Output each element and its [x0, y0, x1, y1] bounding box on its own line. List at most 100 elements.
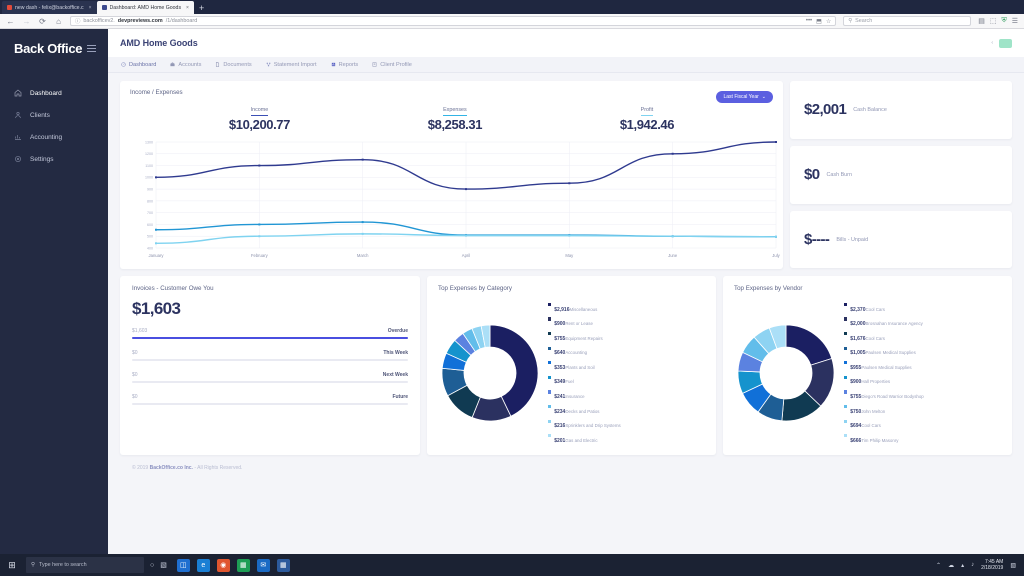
tab-documents[interactable]: Documents [215, 62, 251, 68]
network-icon[interactable]: ▴ [961, 562, 964, 569]
svg-text:600: 600 [147, 222, 153, 226]
avatar[interactable] [999, 39, 1012, 48]
svg-text:April: April [462, 253, 470, 258]
library-icon[interactable]: ▤ [978, 17, 985, 25]
kpi-profit: Profit $1,942.46 [620, 102, 674, 132]
svg-text:May: May [565, 253, 574, 258]
main-content: AMD Home Goods ‹ Dashboard Accounts Do [108, 29, 1024, 565]
tab-close-icon[interactable]: × [186, 5, 189, 11]
site-info-icon[interactable]: ⓘ [75, 17, 80, 25]
legend-amount: $666 [850, 438, 861, 444]
legend-amount: $2,370 [850, 307, 865, 313]
tab-statement-import[interactable]: Statement Import [266, 62, 317, 68]
tray-expand-icon[interactable]: ⌃ [936, 562, 941, 569]
screenshot-icon[interactable]: ⬚ [990, 17, 997, 25]
tab-dashboard[interactable]: Dashboard [121, 62, 156, 68]
back-icon[interactable]: ← [6, 17, 15, 26]
sidebar-item-settings[interactable]: Settings [0, 148, 108, 170]
period-label: Last Fiscal Year [723, 94, 758, 100]
svg-text:900: 900 [147, 187, 153, 191]
kpi-income: Income $10,200.77 [229, 102, 290, 132]
cortana-icon[interactable]: ○ [150, 562, 154, 569]
shield-icon[interactable]: ⛨ [1001, 17, 1006, 25]
tab-accounts[interactable]: Accounts [170, 62, 201, 68]
legend-label: Insurance [565, 394, 584, 399]
invoice-bar-label: Next Week [383, 372, 408, 378]
invoices-total: $1,603 [132, 299, 408, 319]
legend-amount: $241 [554, 394, 565, 400]
invoice-bar-amount: $0 [132, 372, 138, 378]
chevron-left-icon[interactable]: ‹ [991, 40, 993, 46]
file-explorer-icon[interactable]: ◫ [177, 559, 190, 572]
new-tab-button[interactable]: + [194, 3, 209, 14]
tab-reports[interactable]: Reports [331, 62, 359, 68]
dashboard-row-bottom: Invoices - Customer Owe You $1,603 $1,60… [120, 276, 1012, 455]
donut-slice[interactable] [786, 325, 832, 365]
svg-text:1200: 1200 [145, 152, 153, 156]
taskbar-clock[interactable]: 7:45 AM 2/18/2019 [981, 559, 1003, 571]
bookmark-star-icon[interactable]: ☆ [826, 18, 831, 25]
sidebar-item-label: Accounting [30, 134, 62, 141]
brand: Back Office [0, 41, 108, 56]
svg-text:400: 400 [147, 246, 153, 250]
mail-icon[interactable]: ✉ [257, 559, 270, 572]
browser-search-input[interactable]: ⚲ Search [843, 16, 971, 26]
home-icon[interactable]: ⌂ [54, 17, 63, 26]
tab-label: Documents [223, 62, 251, 68]
notifications-icon[interactable]: ▧ [1010, 562, 1016, 569]
kpi-card-label: Cash Burn [827, 172, 852, 178]
firefox-icon[interactable]: ◉ [217, 559, 230, 572]
volume-icon[interactable]: ♪ [971, 562, 974, 568]
legend-amount: $900 [554, 321, 565, 327]
page-actions-icon[interactable]: ••• [806, 18, 812, 24]
invoice-bar-label: Future [392, 394, 408, 400]
legend-label: Diego's Road Warrior Bodyshop [861, 394, 923, 399]
speedometer-icon [121, 62, 126, 67]
sub-nav: Dashboard Accounts Documents Statement I… [108, 57, 1024, 73]
task-view-icon[interactable]: ▧ [160, 561, 167, 569]
tab-client-profile[interactable]: Client Profile [372, 62, 412, 68]
tab-label: Dashboard [129, 62, 156, 68]
home-icon [14, 89, 22, 97]
legend-item: $755Equipment Repairs [548, 331, 621, 343]
kpi-card-value: $---- [804, 231, 829, 248]
start-button-icon[interactable]: ⊞ [4, 560, 20, 571]
footer-suffix: - All Rights Reserved. [193, 465, 242, 471]
period-selector-button[interactable]: Last Fiscal Year ⌄ [716, 91, 773, 103]
legend-item: $900Rent or Lease [548, 316, 621, 328]
kpi-card-value: $0 [804, 166, 820, 183]
tab-label: Reports [339, 62, 359, 68]
legend-amount: $640 [554, 350, 565, 356]
kpi-card-label: Cash Balance [853, 107, 887, 113]
pocket-icon[interactable]: ⬒ [816, 18, 822, 25]
browser-tab-2[interactable]: Dashboard: AMD Home Goods × [97, 1, 194, 14]
store-icon[interactable]: ▦ [277, 559, 290, 572]
legend-swatch [844, 332, 847, 335]
sidebar-item-accounting[interactable]: Accounting [0, 126, 108, 148]
svg-text:July: July [772, 253, 780, 258]
sidebar-item-clients[interactable]: Clients [0, 104, 108, 126]
tab-close-icon[interactable]: × [89, 5, 92, 11]
url-bar[interactable]: ⓘ backofficev2.devpreviews.com/1/dashboa… [70, 16, 836, 26]
taskbar-app-icons: ◫ e ◉ ▦ ✉ ▦ [177, 559, 290, 572]
legend-amount: $755 [554, 336, 565, 342]
onedrive-icon[interactable]: ☁ [948, 562, 954, 569]
forward-icon[interactable]: → [22, 17, 31, 26]
excel-icon[interactable]: ▦ [237, 559, 250, 572]
search-placeholder: Type here to search [39, 562, 87, 568]
browser-tab-1[interactable]: new dash - felix@backoffice.c × [2, 1, 97, 14]
invoices-card: Invoices - Customer Owe You $1,603 $1,60… [120, 276, 420, 455]
card-title: Invoices - Customer Owe You [132, 285, 408, 292]
taskbar-search-input[interactable]: ⚲ Type here to search [26, 557, 144, 573]
sidebar-item-dashboard[interactable]: Dashboard [0, 82, 108, 104]
legend-label: Sprinklers and Drip Systems [565, 423, 620, 428]
edge-icon[interactable]: e [197, 559, 210, 572]
legend-label: Accounting [565, 350, 587, 355]
reload-icon[interactable]: ⟳ [38, 17, 47, 26]
tab-title: new dash - felix@backoffice.c [15, 5, 84, 11]
legend-label: Decks and Patios [565, 409, 599, 414]
cash-balance-card: $2,001 Cash Balance [790, 81, 1012, 139]
browser-menu-icon[interactable]: ☰ [1012, 17, 1018, 25]
app-root: Back Office Dashboard Clients Accounti [0, 29, 1024, 565]
hamburger-menu-icon[interactable] [87, 45, 96, 53]
